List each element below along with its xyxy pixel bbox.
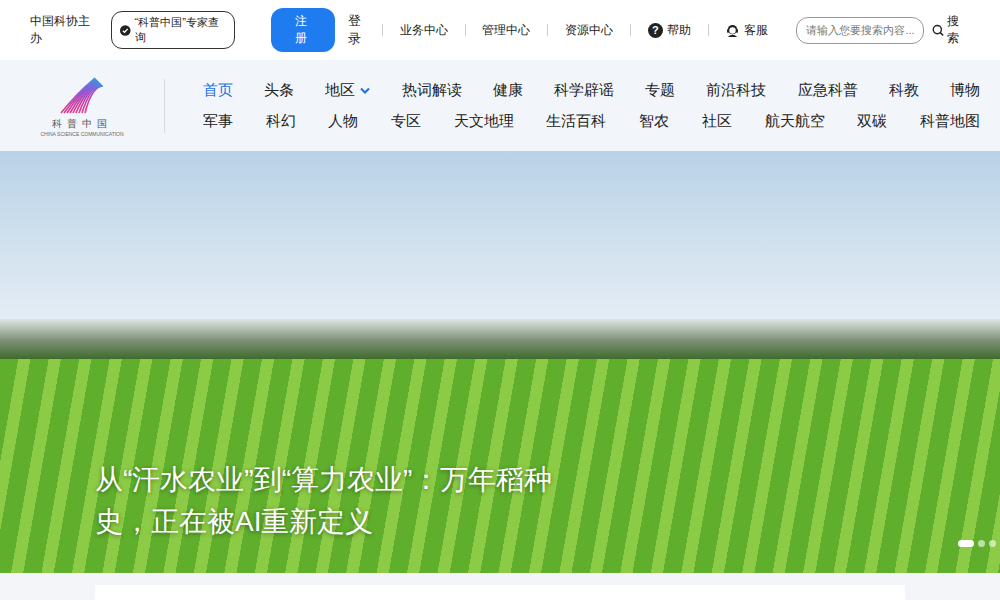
- content-card: [95, 585, 905, 600]
- nav-bar: 科普中国CHINA SCIENCE COMMUNICATION 首页 头条 地区 …: [0, 60, 1000, 151]
- expert-query-button[interactable]: “科普中国”专家查询: [111, 11, 235, 49]
- top-bar: 中国科协主办 “科普中国”专家查询注册登录 业务中心 管理中心 资源中心 ?帮助 客服 请输…: [0, 0, 1000, 60]
- customer-service-icon: [725, 23, 740, 38]
- logo-name: 科普中国: [52, 117, 112, 131]
- logo-english: CHINA SCIENCE COMMUNICATION: [40, 131, 123, 137]
- nav-item[interactable]: 健康: [493, 79, 523, 102]
- nav-divider: [164, 79, 165, 133]
- check-icon: [120, 25, 131, 36]
- nav-item[interactable]: 首页: [203, 79, 233, 102]
- help-link[interactable]: ?帮助: [648, 22, 691, 39]
- nav-item[interactable]: 人物: [328, 110, 358, 133]
- nav-row: 军事 科幻 人物 专区 天文地理 生活百科 智农 社区 航天航空 双碳 科普地图: [203, 110, 980, 133]
- nav-item[interactable]: 智农: [639, 110, 669, 133]
- page: 中国科协主办 “科普中国”专家查询注册登录 业务中心 管理中心 资源中心 ?帮助 客服 请输…: [0, 0, 1000, 600]
- carousel-dot[interactable]: [978, 540, 985, 547]
- carousel-dot[interactable]: [958, 540, 974, 547]
- separator: [547, 24, 548, 36]
- search-input[interactable]: 请输入您要搜索内容...: [796, 17, 923, 44]
- nav-item[interactable]: 博物: [950, 79, 980, 102]
- nav-item[interactable]: 天文地理: [454, 110, 514, 133]
- banner-carousel[interactable]: 从“汗水农业”到“算力农业”：万年稻种史，正在被AI重新定义: [0, 151, 1000, 573]
- nav-item[interactable]: 专区: [391, 110, 421, 133]
- search-icon: [932, 24, 944, 37]
- nav-item[interactable]: 科普地图: [920, 110, 980, 133]
- nav-item[interactable]: 热词解读: [402, 79, 462, 102]
- nav-item[interactable]: 社区: [702, 110, 732, 133]
- carousel-dots: [958, 540, 996, 547]
- nav-item[interactable]: 军事: [203, 110, 233, 133]
- top-link[interactable]: 业务中心: [400, 22, 448, 39]
- nav-item[interactable]: 头条: [264, 79, 294, 102]
- nav-item[interactable]: 双碳: [857, 110, 887, 133]
- nav-item[interactable]: 应急科普: [798, 79, 858, 102]
- separator: [708, 24, 709, 36]
- separator: [630, 24, 631, 36]
- nav-item[interactable]: 地区: [325, 79, 370, 102]
- chevron-down-icon: [360, 87, 370, 94]
- logo-ribbon-icon: [54, 75, 110, 115]
- nav-item[interactable]: 科学辟谣: [554, 79, 614, 102]
- search-button[interactable]: 搜索: [932, 13, 970, 47]
- content-area: [0, 573, 1000, 600]
- login-link[interactable]: 登录: [348, 12, 365, 48]
- service-link[interactable]: 客服: [725, 22, 768, 39]
- nav-item[interactable]: 科教: [889, 79, 919, 102]
- top-link[interactable]: 资源中心: [565, 22, 613, 39]
- banner-caption[interactable]: 从“汗水农业”到“算力农业”：万年稻种史，正在被AI重新定义: [95, 459, 585, 543]
- separator: [382, 24, 383, 36]
- top-link[interactable]: 管理中心: [482, 22, 530, 39]
- nav-item[interactable]: 生活百科: [546, 110, 606, 133]
- register-button[interactable]: 注册: [271, 8, 335, 52]
- nav-row: 首页 头条 地区 热词解读 健康 科学辟谣 专题 前沿科技 应急科普 科教 博物: [203, 79, 980, 102]
- nav-item[interactable]: 航天航空: [765, 110, 825, 133]
- host-text: 中国科协主办: [30, 13, 99, 47]
- separator: [465, 24, 466, 36]
- nav-item[interactable]: 前沿科技: [706, 79, 766, 102]
- nav-item[interactable]: 科幻: [266, 110, 296, 133]
- carousel-dot[interactable]: [989, 540, 996, 547]
- nav-item[interactable]: 专题: [645, 79, 675, 102]
- logo[interactable]: 科普中国CHINA SCIENCE COMMUNICATION: [38, 75, 126, 137]
- help-icon: ?: [648, 23, 663, 38]
